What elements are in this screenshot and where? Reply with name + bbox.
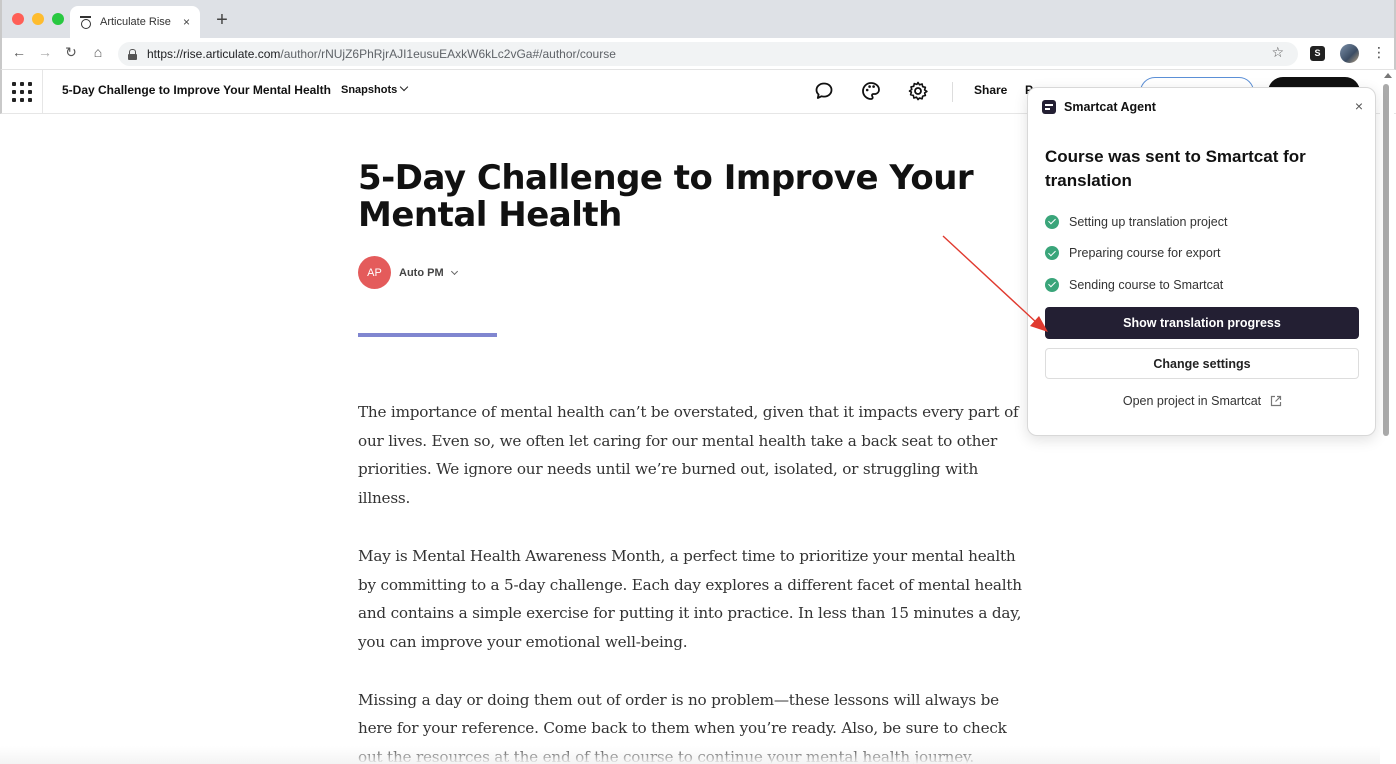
home-icon[interactable]: ⌂ <box>89 44 107 60</box>
browser-address-bar: ← → ↻ ⌂ https://rise.articulate.com/auth… <box>0 38 1396 70</box>
course-title-block: 5-Day Challenge to Improve Your Mental H… <box>358 160 1028 234</box>
smartcat-agent-panel: Smartcat Agent × Course was sent to Smar… <box>1027 87 1376 436</box>
panel-title: Smartcat Agent <box>1064 100 1156 114</box>
maximize-window-button[interactable] <box>52 13 64 25</box>
reload-icon[interactable]: ↻ <box>62 44 80 61</box>
author-avatar: AP <box>358 256 391 289</box>
title-accent-divider <box>358 333 497 337</box>
progress-step: Preparing course for export <box>1045 238 1227 270</box>
scroll-thumb[interactable] <box>1383 84 1389 436</box>
back-arrow-icon[interactable]: ← <box>10 44 28 60</box>
snapshots-dropdown[interactable]: Snapshots <box>341 82 409 96</box>
course-description: The importance of mental health can’t be… <box>358 398 1028 764</box>
close-icon[interactable]: × <box>1355 98 1363 114</box>
tab-close-icon[interactable]: × <box>183 15 190 29</box>
progress-step: Setting up translation project <box>1045 206 1227 238</box>
course-title: 5-Day Challenge to Improve Your Mental H… <box>358 158 974 235</box>
minimize-window-button[interactable] <box>32 13 44 25</box>
check-circle-icon <box>1045 246 1059 261</box>
chevron-down-icon <box>450 267 458 276</box>
author-name: Auto PM <box>399 266 444 279</box>
url-host: https://rise.articulate.com <box>147 47 281 61</box>
url-input[interactable]: https://rise.articulate.com/author/rNUjZ… <box>118 42 1298 66</box>
step-label: Sending course to Smartcat <box>1069 277 1224 292</box>
url-path: /author/rNUjZ6PhRjrAJI1eusuEAxkW6kLc2vGa… <box>280 47 616 61</box>
smartcat-logo-icon <box>1042 100 1056 114</box>
forward-arrow-icon[interactable]: → <box>36 44 54 60</box>
browser-tab-bar: Articulate Rise × + <box>0 0 1396 38</box>
step-label: Setting up translation project <box>1069 214 1228 229</box>
snapshots-label: Snapshots <box>341 84 398 96</box>
tab-title: Articulate Rise <box>100 16 171 28</box>
page-bottom-fade <box>0 746 1380 764</box>
comment-icon[interactable] <box>813 80 835 102</box>
change-settings-button[interactable]: Change settings <box>1045 348 1359 379</box>
check-circle-icon <box>1045 277 1059 292</box>
check-circle-icon <box>1045 214 1059 229</box>
step-label: Preparing course for export <box>1069 246 1221 261</box>
bookmark-star-icon[interactable]: ☆ <box>1271 44 1284 61</box>
description-paragraph: The importance of mental health can’t be… <box>358 403 1019 508</box>
gear-icon[interactable] <box>907 80 929 102</box>
share-button[interactable]: Share <box>974 83 1007 97</box>
new-tab-button[interactable]: + <box>212 9 232 32</box>
smartcat-extension-icon[interactable]: S <box>1310 46 1325 61</box>
author-menu[interactable]: AP Auto PM <box>358 256 458 289</box>
open-project-label: Open project in Smartcat <box>1122 394 1262 408</box>
progress-step: Sending course to Smartcat <box>1045 269 1227 301</box>
apps-grid-icon[interactable] <box>12 82 32 102</box>
profile-avatar[interactable] <box>1340 44 1359 63</box>
browser-menu-icon[interactable]: ⋮ <box>1372 44 1386 61</box>
window-controls <box>12 13 64 25</box>
header-course-title[interactable]: 5-Day Challenge to Improve Your Mental H… <box>62 83 331 97</box>
chevron-down-icon <box>399 82 409 92</box>
external-link-icon <box>1271 395 1282 407</box>
articulate-favicon-icon <box>80 16 92 29</box>
lock-icon <box>128 48 137 60</box>
header-separator <box>952 82 953 102</box>
close-window-button[interactable] <box>12 13 24 25</box>
description-paragraph: May is Mental Health Awareness Month, a … <box>358 546 1022 651</box>
header-divider <box>42 70 43 114</box>
browser-tab[interactable]: Articulate Rise × <box>70 6 200 38</box>
panel-heading: Course was sent to Smartcat for translat… <box>1045 147 1306 190</box>
progress-steps: Setting up translation project Preparing… <box>1045 206 1227 301</box>
show-translation-progress-button[interactable]: Show translation progress <box>1045 307 1359 339</box>
open-project-link[interactable]: Open project in Smartcat <box>1028 394 1377 408</box>
palette-icon[interactable] <box>860 80 882 102</box>
page-scrollbar[interactable] <box>1380 70 1394 764</box>
scroll-up-arrow-icon[interactable] <box>1384 73 1392 78</box>
